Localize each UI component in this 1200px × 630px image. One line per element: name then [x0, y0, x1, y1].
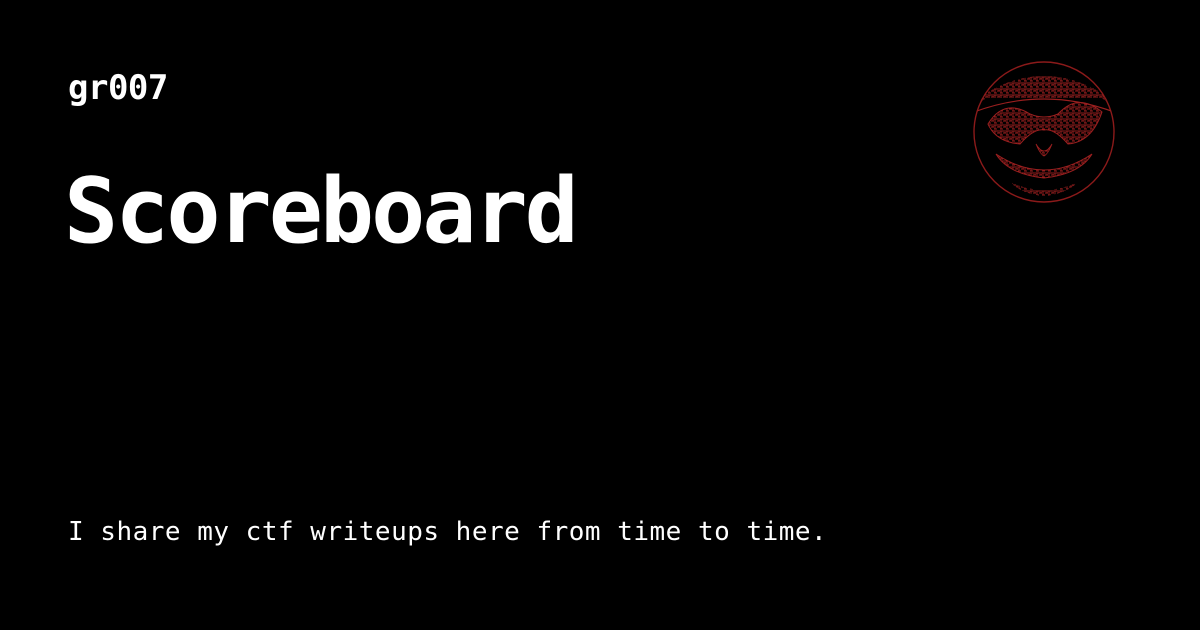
site-name: gr007: [68, 68, 168, 108]
page-title: Scoreboard: [64, 159, 579, 264]
page-description: I share my ctf writeups here from time t…: [68, 517, 828, 547]
social-preview-card: gr007 Scoreboard I share my ctf writeups…: [0, 0, 1200, 630]
pirate-mask-logo-icon: [973, 61, 1115, 203]
